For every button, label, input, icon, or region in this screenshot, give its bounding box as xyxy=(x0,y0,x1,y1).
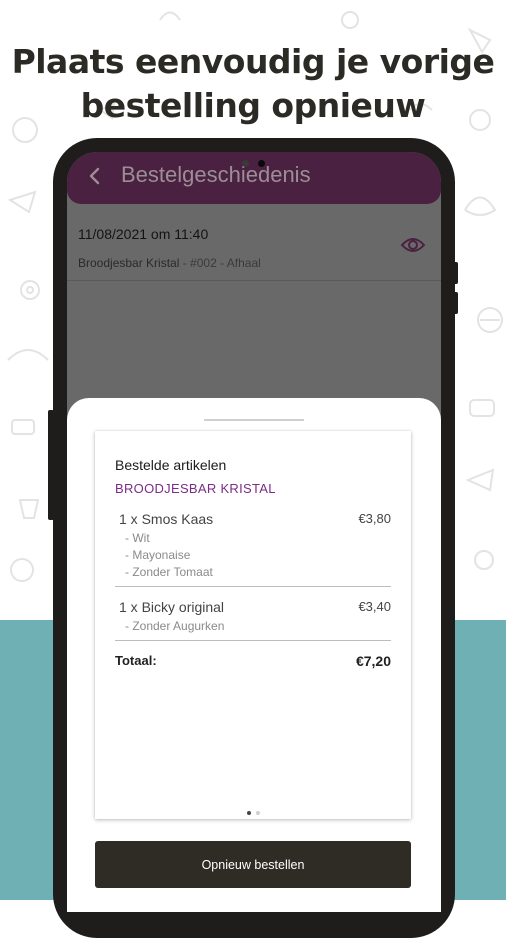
order-item-label: 1 x Smos Kaas xyxy=(119,511,214,527)
item-option: - Wit xyxy=(125,531,150,545)
phone-side-button xyxy=(48,410,54,520)
eye-icon[interactable] xyxy=(400,235,426,255)
order-history-item[interactable]: 11/08/2021 om 11:40 Broodjesbar Kristal … xyxy=(67,204,441,281)
camera-dot xyxy=(258,160,265,167)
order-details: - #002 - Afhaal xyxy=(179,256,261,270)
order-item-label: 1 x Bicky original xyxy=(119,599,225,615)
phone-side-button xyxy=(452,292,458,314)
total-label: Totaal: xyxy=(115,653,157,668)
page-title: Bestelgeschiedenis xyxy=(121,162,311,187)
divider xyxy=(115,586,391,587)
camera-dot xyxy=(242,160,249,167)
order-item-price: €3,80 xyxy=(358,511,391,526)
promo-headline: Plaats eenvoudig je vorige bestelling op… xyxy=(0,40,506,128)
page-dot[interactable] xyxy=(256,811,260,815)
phone-side-button xyxy=(452,262,458,284)
divider xyxy=(115,640,391,641)
total-value: €7,20 xyxy=(355,653,391,669)
page-dot-active[interactable] xyxy=(247,811,251,815)
order-shop: Broodjesbar Kristal xyxy=(78,256,180,270)
order-item-price: €3,40 xyxy=(358,599,391,614)
order-detail-sheet: Bestelde artikelen BROODJESBAR KRISTAL 1… xyxy=(67,398,441,912)
chevron-left-icon[interactable] xyxy=(83,164,107,188)
headline-line-2: bestelling opnieuw xyxy=(80,86,426,125)
reorder-button[interactable]: Opnieuw bestellen xyxy=(95,841,411,888)
app-bar: Bestelgeschiedenis xyxy=(67,152,441,204)
headline-line-1: Plaats eenvoudig je vorige xyxy=(11,42,495,81)
phone-screen: Bestelgeschiedenis 11/08/2021 om 11:40 B… xyxy=(67,152,441,912)
sheet-drag-handle[interactable] xyxy=(204,419,304,421)
item-option: - Zonder Tomaat xyxy=(125,565,213,579)
order-summary-card: Bestelde artikelen BROODJESBAR KRISTAL 1… xyxy=(95,431,411,819)
item-option: - Zonder Augurken xyxy=(125,619,225,633)
item-option: - Mayonaise xyxy=(125,548,191,562)
order-datetime: 11/08/2021 om 11:40 xyxy=(78,226,209,242)
card-title: Bestelde artikelen xyxy=(115,457,227,473)
shop-name: BROODJESBAR KRISTAL xyxy=(115,481,276,496)
page-indicator xyxy=(243,811,263,817)
order-info: Broodjesbar Kristal - #002 - Afhaal xyxy=(78,256,261,270)
